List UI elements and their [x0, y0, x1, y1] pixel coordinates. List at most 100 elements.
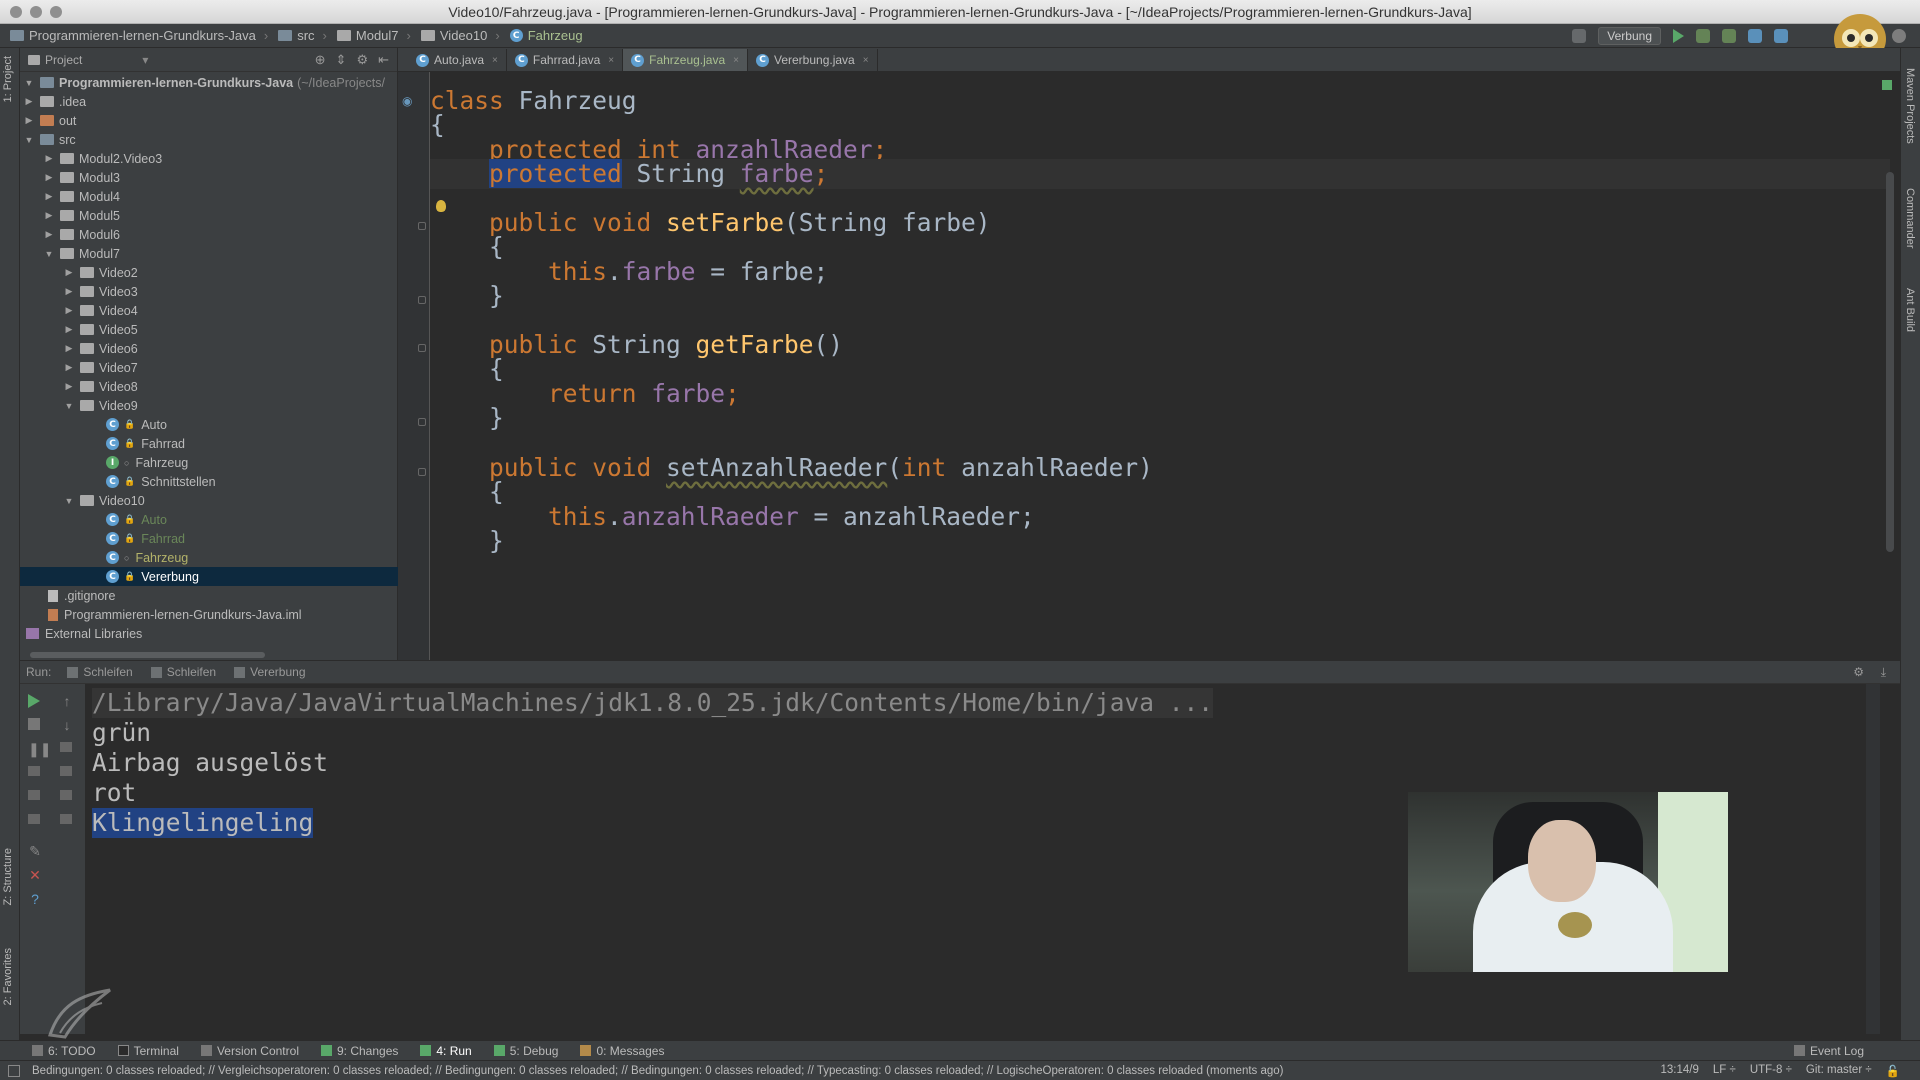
tree-item-out[interactable]: ▶ out [20, 111, 398, 130]
tab-auto-java[interactable]: C Auto.java × [408, 49, 507, 71]
hide-panel-icon[interactable]: ⇤ [378, 52, 389, 68]
close-icon[interactable]: × [608, 55, 614, 66]
breadcrumb-modul7[interactable]: Modul7 › [336, 28, 411, 43]
dump-threads-icon[interactable] [28, 766, 40, 776]
tree-item-modul7[interactable]: ▼ Modul7 [20, 244, 398, 263]
implementation-marker-icon[interactable]: ◉ [402, 94, 412, 108]
tool-tab-structure[interactable]: Z: Structure [2, 848, 14, 905]
tool-changes[interactable]: 9: Changes [320, 1044, 398, 1058]
gear-icon[interactable]: ⚙ [1853, 665, 1864, 679]
tool-tab-commander[interactable]: Commander [1904, 188, 1916, 249]
tree-item-video3[interactable]: ▶ Video3 [20, 282, 398, 301]
editor-vertical-scrollbar[interactable] [1886, 172, 1894, 552]
run-configuration-select[interactable]: Verbung [1598, 27, 1661, 45]
gear-icon[interactable]: ⚙ [356, 52, 368, 68]
horizontal-scrollbar[interactable] [30, 652, 265, 658]
tree-item-iml[interactable]: Programmieren-lernen-Grundkurs-Java.iml [20, 605, 398, 624]
tree-item-root[interactable]: ▼ Programmieren-lernen-Grundkurs-Java (~/I… [20, 73, 398, 92]
chevron-down-icon[interactable]: ▾ [142, 53, 148, 67]
collapse-all-icon[interactable]: ⇕ [336, 52, 347, 68]
project-structure-icon[interactable] [1572, 29, 1587, 43]
tab-vererbung-java[interactable]: C Vererbung.java × [748, 49, 878, 71]
rerun-icon[interactable] [28, 694, 40, 708]
hide-panel-icon[interactable]: ⤓ [1881, 665, 1886, 680]
tree-item-gitignore[interactable]: .gitignore [20, 586, 398, 605]
tree-item-video9-auto[interactable]: C 🔒 Auto [20, 415, 398, 434]
exit-icon[interactable] [28, 790, 40, 800]
lock-icon[interactable]: 🔓 [1886, 1064, 1900, 1078]
tree-item-video5[interactable]: ▶ Video5 [20, 320, 398, 339]
tool-terminal[interactable]: Terminal [117, 1044, 179, 1058]
scroll-from-source-icon[interactable]: ⊕ [315, 52, 326, 68]
toggle-tool-windows-icon[interactable] [8, 1064, 20, 1077]
tree-item-modul5[interactable]: ▶ Modul5 [20, 206, 398, 225]
tree-item-modul3[interactable]: ▶ Modul3 [20, 168, 398, 187]
code-editor[interactable]: ◉ class Fahrzeug { protected int anzahlR… [398, 72, 1900, 660]
tree-item-video9-fahrzeug[interactable]: I ○ Fahrzeug [20, 453, 398, 472]
close-icon[interactable]: × [492, 55, 498, 66]
tool-event-log[interactable]: Event Log [1793, 1044, 1864, 1058]
help-icon[interactable]: ? [28, 892, 42, 906]
zoom-window-button[interactable] [50, 6, 62, 18]
file-encoding[interactable]: UTF-8 ÷ [1750, 1064, 1792, 1078]
window-controls[interactable] [10, 6, 62, 18]
run-tab-schleifen-2[interactable]: Schleifen [150, 665, 216, 679]
project-view-select[interactable]: Project [45, 53, 82, 67]
coverage-icon[interactable] [1722, 29, 1736, 43]
run-tab-schleifen-1[interactable]: Schleifen [67, 665, 133, 679]
close-icon[interactable]: × [863, 55, 869, 66]
status-message[interactable]: Bedingungen: 0 classes reloaded; // Verg… [32, 1065, 1284, 1077]
run-tab-vererbung[interactable]: Vererbung [234, 665, 306, 679]
tree-item-video10-fahrzeug[interactable]: C ○ Fahrzeug [20, 548, 398, 567]
tool-tab-maven[interactable]: Maven Projects [1904, 68, 1916, 144]
debug-icon[interactable] [1696, 29, 1710, 43]
down-arrow-icon[interactable]: ↓ [60, 718, 74, 732]
tab-fahrzeug-java[interactable]: C Fahrzeug.java × [623, 49, 748, 71]
tree-item-video10-vererbung[interactable]: C 🔒 Vererbung [20, 567, 398, 586]
tree-item-video6[interactable]: ▶ Video6 [20, 339, 398, 358]
tool-tab-project[interactable]: 1: Project [2, 56, 14, 102]
tab-fahrrad-java[interactable]: C Fahrrad.java × [507, 49, 624, 71]
tree-item-video8[interactable]: ▶ Video8 [20, 377, 398, 396]
tree-item-src[interactable]: ▼ src [20, 130, 398, 149]
tree-item-modul2-video3[interactable]: ▶ Modul2.Video3 [20, 149, 398, 168]
tree-item-video4[interactable]: ▶ Video4 [20, 301, 398, 320]
inspection-ok-icon[interactable] [1882, 80, 1892, 90]
tree-item-video10-fahrrad[interactable]: C 🔒 Fahrrad [20, 529, 398, 548]
print-icon[interactable] [60, 790, 72, 800]
close-icon[interactable]: ✕ [28, 868, 42, 882]
search-icon[interactable] [1892, 29, 1906, 43]
tree-item-video10[interactable]: ▼ Video10 [20, 491, 398, 510]
breadcrumb-fahrzeug[interactable]: C Fahrzeug [509, 28, 583, 43]
tool-run[interactable]: 4: Run [420, 1044, 472, 1058]
breadcrumb-src[interactable]: src › [278, 28, 327, 43]
pin-icon[interactable]: ✎ [28, 844, 42, 858]
pause-icon[interactable]: ❚❚ [28, 742, 51, 756]
tool-tab-favorites[interactable]: 2: Favorites [2, 948, 14, 1005]
vcs-update-icon[interactable] [1748, 29, 1762, 43]
fold-marker-icon[interactable] [418, 222, 426, 230]
breadcrumb-project[interactable]: Programmieren-lernen-Grundkurs-Java › [10, 28, 268, 43]
tree-item-modul4[interactable]: ▶ Modul4 [20, 187, 398, 206]
line-separator[interactable]: LF ÷ [1713, 1064, 1736, 1078]
tool-todo[interactable]: 6: TODO [32, 1044, 96, 1058]
fold-marker-icon[interactable] [418, 296, 426, 304]
tool-messages[interactable]: 0: Messages [580, 1044, 664, 1058]
caret-position[interactable]: 13:14/9 [1661, 1064, 1699, 1078]
stop-icon[interactable] [28, 718, 40, 730]
tree-item-video9-schnittstellen[interactable]: C 🔒 Schnittstellen [20, 472, 398, 491]
tree-item-video10-auto[interactable]: C 🔒 Auto [20, 510, 398, 529]
up-arrow-icon[interactable]: ↑ [60, 694, 74, 708]
tree-item-modul6[interactable]: ▶ Modul6 [20, 225, 398, 244]
tool-tab-ant-build[interactable]: Ant Build [1904, 288, 1916, 332]
close-icon[interactable]: × [733, 55, 739, 66]
console-vertical-scrollbar[interactable] [1866, 684, 1880, 1034]
soft-wrap-icon[interactable] [60, 742, 72, 752]
minimize-window-button[interactable] [30, 6, 42, 18]
layout-icon[interactable] [28, 814, 40, 824]
tool-debug[interactable]: 5: Debug [493, 1044, 558, 1058]
fold-marker-icon[interactable] [418, 418, 426, 426]
close-window-button[interactable] [10, 6, 22, 18]
tree-item-external-libraries[interactable]: External Libraries [20, 624, 398, 643]
trash-icon[interactable] [60, 814, 72, 824]
